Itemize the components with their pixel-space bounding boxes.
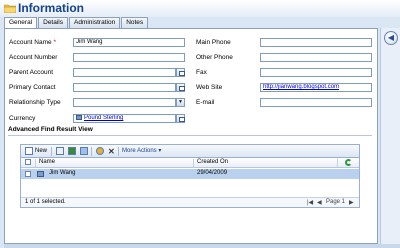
tab-details[interactable]: Details bbox=[38, 17, 68, 28]
account-number-label: Account Number bbox=[9, 54, 58, 61]
next-page-icon[interactable]: ▶ bbox=[349, 199, 354, 206]
more-actions-button[interactable]: More Actions ▾ bbox=[122, 147, 161, 156]
page-indicator: Page 1 bbox=[326, 199, 346, 205]
grid-header: Name Created On bbox=[21, 158, 359, 168]
column-divider bbox=[35, 159, 36, 167]
primary-contact-lookup-icon[interactable] bbox=[176, 83, 185, 92]
parent-account-input[interactable] bbox=[73, 68, 176, 77]
form-header: Information bbox=[0, 0, 400, 17]
primary-contact-label: Primary Contact bbox=[9, 84, 56, 91]
relationship-type-label: Relationship Type bbox=[9, 99, 61, 106]
currency-link[interactable]: Pound Sterling bbox=[84, 115, 123, 121]
account-record-icon bbox=[37, 171, 44, 177]
fax-input[interactable] bbox=[260, 68, 372, 77]
column-divider bbox=[193, 159, 194, 167]
export-excel-icon[interactable] bbox=[68, 147, 76, 155]
row-checkbox[interactable] bbox=[25, 171, 31, 177]
account-name-label: Account Name * bbox=[9, 39, 56, 46]
collapse-arrow-icon[interactable]: ◀ bbox=[384, 31, 398, 45]
table-row[interactable]: Jim Wang 29/04/2009 bbox=[21, 169, 359, 179]
main-phone-input[interactable] bbox=[260, 38, 372, 47]
navigation-strip: ◀ bbox=[380, 28, 400, 244]
tab-notes[interactable]: Notes bbox=[121, 17, 149, 28]
relationship-type-select[interactable] bbox=[73, 98, 176, 107]
previous-page-icon[interactable]: ◀ bbox=[317, 199, 322, 206]
toolbar-separator bbox=[51, 147, 52, 156]
result-grid: New ✕ More Actions ▾ Name Created On Jim… bbox=[20, 144, 360, 208]
assign-icon[interactable] bbox=[96, 147, 104, 155]
fax-label: Fax bbox=[196, 69, 207, 76]
row-created-on: 29/04/2009 bbox=[197, 170, 228, 176]
section-divider bbox=[8, 135, 372, 136]
chevron-down-icon[interactable]: ▼ bbox=[176, 98, 185, 107]
currency-icon bbox=[76, 115, 82, 120]
chevron-down-icon: ▾ bbox=[158, 148, 162, 154]
new-button[interactable]: New bbox=[35, 147, 47, 156]
section-title: Advanced Find Result View bbox=[8, 126, 93, 133]
parent-account-label: Parent Account bbox=[9, 69, 54, 76]
page-title: Information bbox=[18, 1, 84, 15]
main-phone-label: Main Phone bbox=[196, 39, 231, 46]
other-phone-input[interactable] bbox=[260, 53, 372, 62]
email-label: E-mail bbox=[196, 99, 215, 106]
mail-merge-icon[interactable] bbox=[80, 147, 88, 155]
other-phone-label: Other Phone bbox=[196, 54, 233, 61]
column-header-name[interactable]: Name bbox=[39, 159, 55, 165]
toolbar-separator bbox=[91, 147, 92, 156]
select-all-checkbox[interactable] bbox=[25, 159, 31, 165]
delete-icon[interactable]: ✕ bbox=[108, 147, 115, 156]
form-panel: Account Name * Jim Wang Account Number P… bbox=[4, 28, 378, 244]
tab-administration[interactable]: Administration bbox=[69, 17, 121, 28]
account-name-input[interactable]: Jim Wang bbox=[73, 38, 185, 47]
grid-footer: 1 of 1 selected. |◀ ◀ Page 1 ▶ bbox=[21, 197, 359, 207]
grid-toolbar: New ✕ More Actions ▾ bbox=[21, 145, 359, 158]
folder-icon bbox=[4, 4, 16, 13]
bottom-border bbox=[4, 244, 400, 248]
primary-contact-input[interactable] bbox=[73, 83, 176, 92]
new-record-icon bbox=[25, 147, 33, 155]
toolbar-separator bbox=[118, 147, 119, 156]
account-number-input[interactable] bbox=[73, 53, 185, 62]
refresh-icon[interactable] bbox=[345, 159, 352, 166]
currency-input[interactable]: Pound Sterling bbox=[73, 114, 176, 123]
email-input[interactable] bbox=[260, 98, 372, 107]
currency-lookup-icon[interactable] bbox=[176, 114, 185, 123]
first-page-icon[interactable]: |◀ bbox=[307, 199, 313, 206]
tab-strip: General Details Administration Notes bbox=[4, 17, 149, 29]
column-divider bbox=[337, 159, 338, 167]
web-site-input[interactable]: http://jianwang.blogspot.com bbox=[260, 83, 372, 92]
print-icon[interactable] bbox=[56, 147, 64, 155]
row-name[interactable]: Jim Wang bbox=[49, 170, 75, 176]
parent-account-lookup-icon[interactable] bbox=[176, 68, 185, 77]
selection-status: 1 of 1 selected. bbox=[25, 199, 66, 205]
column-header-created-on[interactable]: Created On bbox=[197, 159, 228, 165]
web-site-label: Web Site bbox=[196, 84, 223, 91]
currency-label: Currency bbox=[9, 115, 36, 122]
